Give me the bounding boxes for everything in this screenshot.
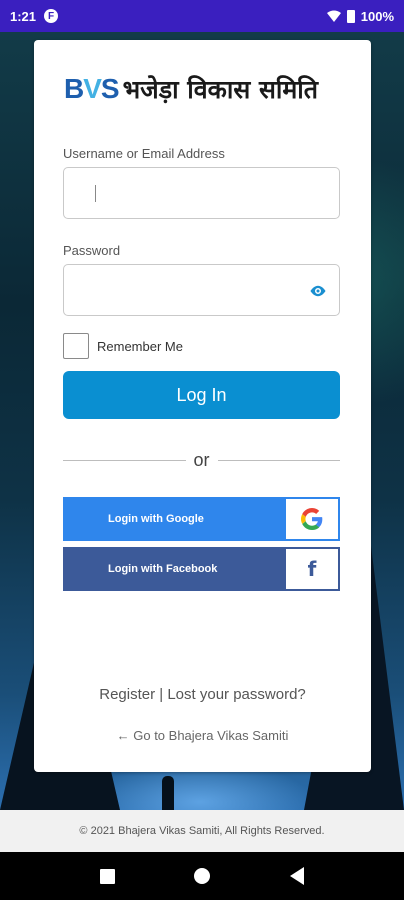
logo-mark: BVS (64, 73, 120, 104)
nav-recents-icon[interactable] (99, 868, 115, 884)
site-logo[interactable]: BVS भजेड़ा विकास समिति (64, 72, 318, 106)
remember-me-checkbox[interactable] (63, 333, 89, 359)
copyright-text: © 2021 Bhajera Vikas Samiti, All Rights … (79, 825, 325, 837)
google-login-button[interactable]: Login with Google (63, 497, 340, 541)
google-icon-box (286, 499, 338, 539)
register-link[interactable]: Register (99, 686, 155, 703)
background-silhouette (162, 776, 174, 810)
remember-me-row: Remember Me (63, 333, 183, 359)
wifi-icon (326, 10, 341, 22)
divider-line-right (217, 459, 341, 461)
facebook-login-label: Login with Facebook (108, 563, 218, 575)
username-field-wrapper (63, 167, 340, 219)
password-input[interactable] (64, 265, 339, 315)
password-label: Password (63, 243, 121, 258)
or-text: or (193, 449, 210, 470)
go-to-site-link[interactable]: ← Go to Bhajera Vikas Samiti (34, 728, 371, 743)
text-cursor (95, 185, 96, 202)
or-divider: or (63, 449, 341, 470)
login-button[interactable]: Log In (63, 371, 340, 419)
facebook-icon: f (307, 557, 317, 581)
battery-percent: 100% (360, 8, 394, 24)
app-notification-icon: F (44, 9, 59, 23)
status-time: 1:21 (10, 8, 37, 24)
logo-title: भजेड़ा विकास समिति (122, 75, 318, 104)
username-label: Username or Email Address (63, 146, 225, 161)
status-bar: 1:21 F 100% (0, 0, 404, 32)
remember-me-label[interactable]: Remember Me (97, 339, 183, 354)
facebook-login-button[interactable]: Login with Facebook f (63, 547, 340, 591)
nav-back-icon[interactable] (290, 867, 305, 885)
divider-line-left (63, 459, 186, 461)
links-separator: | (159, 686, 164, 703)
lost-password-link[interactable]: Lost your password? (167, 686, 305, 703)
navigation-bar (0, 852, 404, 900)
google-icon (301, 508, 323, 530)
google-login-label: Login with Google (108, 513, 204, 525)
password-field-wrapper (63, 264, 340, 316)
account-links: Register | Lost your password? (34, 686, 371, 703)
facebook-icon-box: f (286, 549, 338, 589)
nav-home-icon[interactable] (194, 868, 211, 884)
status-right: 100% (326, 8, 394, 24)
battery-icon (346, 9, 355, 23)
eye-icon[interactable] (309, 282, 327, 300)
page-footer: © 2021 Bhajera Vikas Samiti, All Rights … (0, 810, 404, 852)
login-card: BVS भजेड़ा विकास समिति Username or Email… (34, 40, 371, 772)
username-input[interactable] (64, 168, 339, 218)
